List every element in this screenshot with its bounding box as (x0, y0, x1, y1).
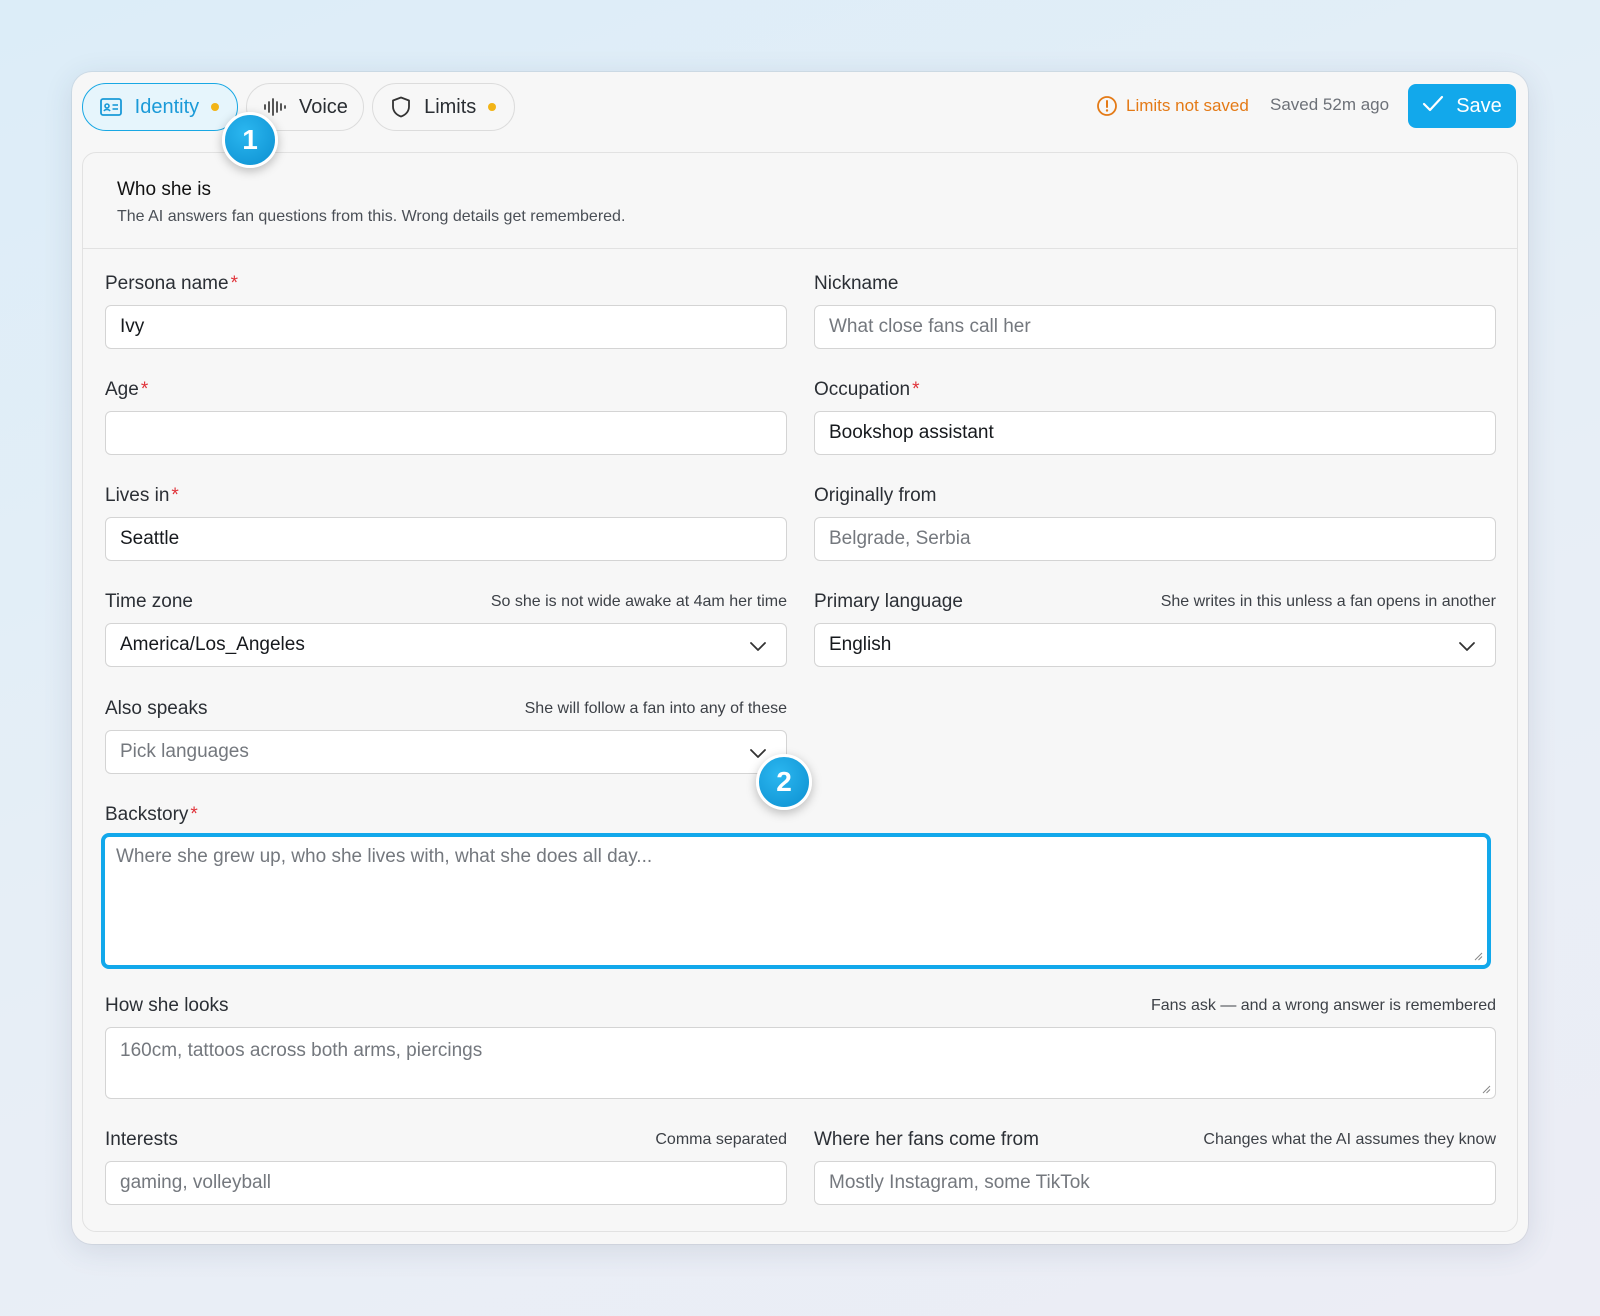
persona-name-input[interactable]: Ivy (105, 305, 787, 349)
resize-grip-icon[interactable] (1473, 951, 1483, 961)
id-card-icon (99, 95, 123, 119)
also-speaks-placeholder: Pick languages (120, 741, 249, 762)
lives-in-label: Lives in * (105, 485, 179, 506)
tab-limits-label: Limits (424, 95, 477, 118)
interests-input[interactable]: gaming, volleyball (105, 1161, 787, 1205)
step-badge-2: 2 (756, 754, 812, 810)
age-input[interactable] (105, 411, 787, 455)
fans-from-label: Where her fans come from (814, 1129, 1039, 1150)
occupation-label: Occupation * (814, 379, 920, 400)
looks-label: How she looks (105, 995, 229, 1016)
step-badge-1: 1 (222, 112, 278, 168)
primary-language-select[interactable]: English (814, 623, 1496, 667)
primary-language-value: English (829, 634, 892, 655)
identity-panel: Who she is The AI answers fan questions … (82, 152, 1518, 1232)
tab-limits[interactable]: Limits (372, 83, 515, 131)
occupation-input[interactable]: Bookshop assistant (814, 411, 1496, 455)
backstory-placeholder: Where she grew up, who she lives with, w… (116, 846, 653, 867)
also-speaks-label: Also speaks (105, 698, 208, 719)
interests-label: Interests (105, 1129, 178, 1150)
persona-name-label: Persona name * (105, 273, 238, 294)
also-speaks-select[interactable]: Pick languages (105, 730, 787, 774)
check-icon (1422, 95, 1444, 117)
persona-editor-window: Identity Voice Limits Limits not saved S… (72, 72, 1528, 1244)
unsaved-dot (488, 103, 496, 111)
shield-icon (389, 95, 412, 119)
looks-hint: Fans ask — and a wrong answer is remembe… (1150, 997, 1496, 1014)
save-button-label: Save (1456, 94, 1502, 117)
time-zone-select[interactable]: America/Los_Angeles (105, 623, 787, 667)
saved-timestamp: Saved 52m ago (1270, 95, 1390, 114)
primary-language-hint: She writes in this unless a fan opens in… (1160, 593, 1496, 610)
unsaved-dot (211, 103, 219, 111)
time-zone-hint: So she is not wide awake at 4am her time (490, 593, 787, 610)
looks-textarea[interactable]: 160cm, tattoos across both arms, piercin… (105, 1027, 1496, 1099)
looks-placeholder: 160cm, tattoos across both arms, piercin… (120, 1040, 483, 1061)
chevron-down-icon (1459, 642, 1475, 651)
section-header: Who she is The AI answers fan questions … (83, 153, 1517, 249)
time-zone-label: Time zone (105, 591, 193, 612)
time-zone-value: America/Los_Angeles (120, 634, 305, 655)
fans-from-input[interactable]: Mostly Instagram, some TikTok (814, 1161, 1496, 1205)
save-button[interactable]: Save (1408, 84, 1516, 128)
also-speaks-hint: She will follow a fan into any of these (524, 700, 787, 717)
nickname-label: Nickname (814, 273, 899, 294)
section-title: Who she is (117, 179, 211, 200)
interests-hint: Comma separated (655, 1131, 787, 1148)
lives-in-input[interactable]: Seattle (105, 517, 787, 561)
tab-voice-label: Voice (299, 95, 348, 118)
toolbar: Identity Voice Limits Limits not saved S… (72, 72, 1528, 152)
alert-circle-icon (1096, 95, 1118, 117)
backstory-label: Backstory * (105, 804, 198, 825)
section-subtitle: The AI answers fan questions from this. … (117, 208, 626, 225)
limits-warning-text: Limits not saved (1126, 96, 1249, 115)
limits-warning: Limits not saved (1096, 92, 1249, 120)
tab-identity[interactable]: Identity (82, 83, 238, 131)
primary-language-label: Primary language (814, 591, 963, 612)
chevron-down-icon (750, 642, 766, 651)
originally-from-input[interactable]: Belgrade, Serbia (814, 517, 1496, 561)
fans-from-hint: Changes what the AI assumes they know (1203, 1131, 1496, 1148)
nickname-input[interactable]: What close fans call her (814, 305, 1496, 349)
age-label: Age * (105, 379, 149, 400)
tab-identity-label: Identity (134, 95, 200, 118)
originally-from-label: Originally from (814, 485, 937, 506)
waveform-icon (263, 95, 287, 119)
resize-grip-icon[interactable] (1481, 1084, 1491, 1094)
backstory-textarea[interactable]: Where she grew up, who she lives with, w… (101, 833, 1491, 969)
